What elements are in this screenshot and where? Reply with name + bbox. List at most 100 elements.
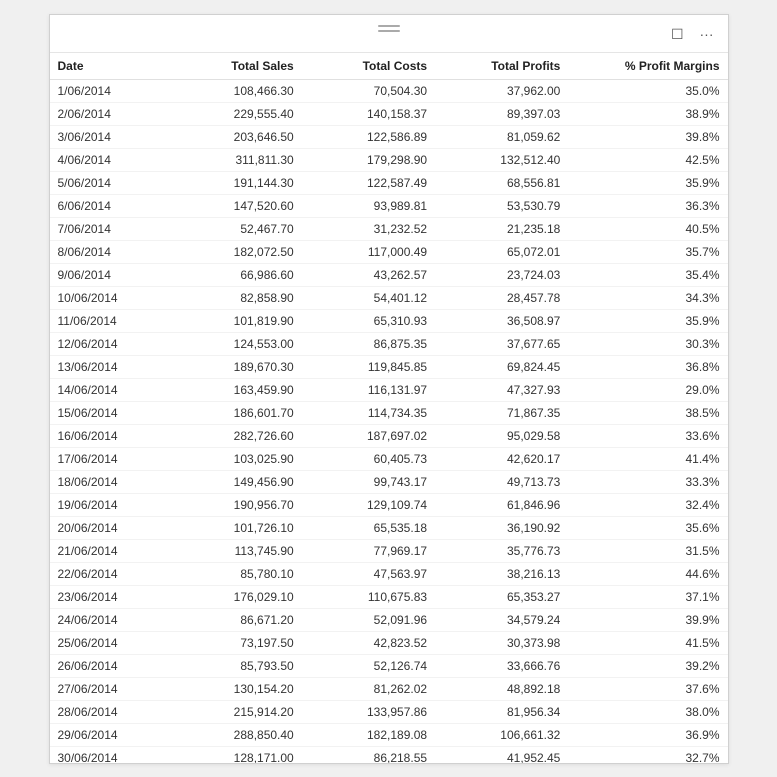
cell-10-1: 101,819.90: [159, 309, 302, 332]
table-row: 8/06/2014182,072.50117,000.4965,072.0135…: [50, 240, 728, 263]
cell-3-1: 311,811.30: [159, 148, 302, 171]
table-row: 29/06/2014288,850.40182,189.08106,661.32…: [50, 723, 728, 746]
cell-7-1: 182,072.50: [159, 240, 302, 263]
cell-10-0: 11/06/2014: [50, 309, 159, 332]
cell-28-0: 29/06/2014: [50, 723, 159, 746]
cell-19-4: 35.6%: [568, 516, 727, 539]
cell-5-3: 53,530.79: [435, 194, 568, 217]
cell-12-1: 189,670.30: [159, 355, 302, 378]
cell-13-2: 116,131.97: [302, 378, 435, 401]
table-row: 19/06/2014190,956.70129,109.7461,846.963…: [50, 493, 728, 516]
table-row: 4/06/2014311,811.30179,298.90132,512.404…: [50, 148, 728, 171]
cell-10-2: 65,310.93: [302, 309, 435, 332]
cell-23-3: 34,579.24: [435, 608, 568, 631]
cell-2-0: 3/06/2014: [50, 125, 159, 148]
cell-2-4: 39.8%: [568, 125, 727, 148]
cell-19-2: 65,535.18: [302, 516, 435, 539]
cell-12-0: 13/06/2014: [50, 355, 159, 378]
expand-icon[interactable]: ☐: [667, 24, 688, 45]
cell-16-1: 103,025.90: [159, 447, 302, 470]
cell-27-0: 28/06/2014: [50, 700, 159, 723]
cell-13-0: 14/06/2014: [50, 378, 159, 401]
cell-16-3: 42,620.17: [435, 447, 568, 470]
cell-26-2: 81,262.02: [302, 677, 435, 700]
cell-27-2: 133,957.86: [302, 700, 435, 723]
cell-18-1: 190,956.70: [159, 493, 302, 516]
cell-28-3: 106,661.32: [435, 723, 568, 746]
cell-0-2: 70,504.30: [302, 79, 435, 102]
cell-6-2: 31,232.52: [302, 217, 435, 240]
drag-handle[interactable]: [378, 25, 400, 32]
cell-3-0: 4/06/2014: [50, 148, 159, 171]
cell-23-2: 52,091.96: [302, 608, 435, 631]
table-scroll-area[interactable]: Date Total Sales Total Costs Total Profi…: [50, 53, 728, 763]
cell-11-3: 37,677.65: [435, 332, 568, 355]
cell-11-4: 30.3%: [568, 332, 727, 355]
cell-2-2: 122,586.89: [302, 125, 435, 148]
cell-23-4: 39.9%: [568, 608, 727, 631]
cell-6-4: 40.5%: [568, 217, 727, 240]
cell-14-0: 15/06/2014: [50, 401, 159, 424]
cell-20-1: 113,745.90: [159, 539, 302, 562]
cell-4-0: 5/06/2014: [50, 171, 159, 194]
cell-11-1: 124,553.00: [159, 332, 302, 355]
cell-0-4: 35.0%: [568, 79, 727, 102]
table-row: 15/06/2014186,601.70114,734.3571,867.353…: [50, 401, 728, 424]
table-row: 22/06/201485,780.1047,563.9738,216.1344.…: [50, 562, 728, 585]
cell-18-3: 61,846.96: [435, 493, 568, 516]
cell-1-0: 2/06/2014: [50, 102, 159, 125]
cell-9-2: 54,401.12: [302, 286, 435, 309]
cell-5-4: 36.3%: [568, 194, 727, 217]
cell-14-1: 186,601.70: [159, 401, 302, 424]
cell-22-4: 37.1%: [568, 585, 727, 608]
cell-25-2: 52,126.74: [302, 654, 435, 677]
cell-20-2: 77,969.17: [302, 539, 435, 562]
table-row: 9/06/201466,986.6043,262.5723,724.0335.4…: [50, 263, 728, 286]
cell-14-4: 38.5%: [568, 401, 727, 424]
cell-3-2: 179,298.90: [302, 148, 435, 171]
cell-25-1: 85,793.50: [159, 654, 302, 677]
cell-21-2: 47,563.97: [302, 562, 435, 585]
cell-25-4: 39.2%: [568, 654, 727, 677]
cell-4-3: 68,556.81: [435, 171, 568, 194]
cell-14-3: 71,867.35: [435, 401, 568, 424]
cell-0-1: 108,466.30: [159, 79, 302, 102]
cell-29-0: 30/06/2014: [50, 746, 159, 763]
cell-19-0: 20/06/2014: [50, 516, 159, 539]
cell-22-3: 65,353.27: [435, 585, 568, 608]
cell-12-2: 119,845.85: [302, 355, 435, 378]
table-row: 26/06/201485,793.5052,126.7433,666.7639.…: [50, 654, 728, 677]
cell-15-1: 282,726.60: [159, 424, 302, 447]
table-row: 27/06/2014130,154.2081,262.0248,892.1837…: [50, 677, 728, 700]
cell-9-4: 34.3%: [568, 286, 727, 309]
cell-27-4: 38.0%: [568, 700, 727, 723]
cell-17-4: 33.3%: [568, 470, 727, 493]
table-row: 30/06/2014128,171.0086,218.5541,952.4532…: [50, 746, 728, 763]
table-row: 13/06/2014189,670.30119,845.8569,824.453…: [50, 355, 728, 378]
cell-1-2: 140,158.37: [302, 102, 435, 125]
col-total-profits: Total Profits: [435, 53, 568, 80]
cell-11-2: 86,875.35: [302, 332, 435, 355]
cell-4-4: 35.9%: [568, 171, 727, 194]
cell-7-4: 35.7%: [568, 240, 727, 263]
table-row: 11/06/2014101,819.9065,310.9336,508.9735…: [50, 309, 728, 332]
cell-15-4: 33.6%: [568, 424, 727, 447]
cell-26-3: 48,892.18: [435, 677, 568, 700]
cell-17-0: 18/06/2014: [50, 470, 159, 493]
card-header: ☐ ···: [50, 15, 728, 53]
cell-26-4: 37.6%: [568, 677, 727, 700]
cell-9-1: 82,858.90: [159, 286, 302, 309]
table-row: 12/06/2014124,553.0086,875.3537,677.6530…: [50, 332, 728, 355]
table-row: 24/06/201486,671.2052,091.9634,579.2439.…: [50, 608, 728, 631]
cell-22-1: 176,029.10: [159, 585, 302, 608]
table-row: 23/06/2014176,029.10110,675.8365,353.273…: [50, 585, 728, 608]
cell-2-1: 203,646.50: [159, 125, 302, 148]
cell-22-0: 23/06/2014: [50, 585, 159, 608]
header-icons: ☐ ···: [667, 24, 718, 45]
cell-13-1: 163,459.90: [159, 378, 302, 401]
cell-3-4: 42.5%: [568, 148, 727, 171]
cell-24-2: 42,823.52: [302, 631, 435, 654]
cell-17-2: 99,743.17: [302, 470, 435, 493]
table-row: 3/06/2014203,646.50122,586.8981,059.6239…: [50, 125, 728, 148]
more-options-icon[interactable]: ···: [696, 24, 718, 44]
